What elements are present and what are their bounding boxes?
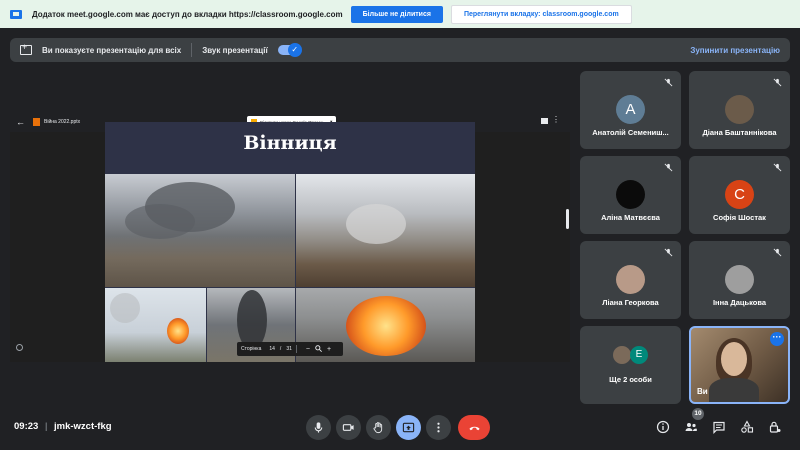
more-vert-icon xyxy=(437,422,440,433)
back-arrow-icon[interactable]: ← xyxy=(16,117,25,127)
avatar: С xyxy=(725,180,754,209)
stop-sharing-button[interactable]: Більше не ділитися xyxy=(350,5,443,23)
zoom-out-icon[interactable]: − xyxy=(306,346,310,353)
page-current[interactable]: 14 xyxy=(269,346,275,352)
page-separator: / xyxy=(279,346,282,352)
present-to-all-icon xyxy=(402,422,415,433)
shapes-icon xyxy=(741,420,754,433)
divider xyxy=(191,43,193,57)
more-participants-label: Ще 2 особи xyxy=(609,375,652,384)
print-icon[interactable] xyxy=(541,118,548,124)
avatar: Е xyxy=(630,346,648,364)
participant-tile[interactable]: Інна Дацькова xyxy=(689,241,790,319)
page-total: 31 xyxy=(286,346,292,352)
people-button[interactable] xyxy=(683,419,699,435)
participant-name: Анатолій Семениш... xyxy=(592,128,669,137)
mic-off-icon xyxy=(664,78,673,87)
call-end-icon xyxy=(468,426,480,431)
people-icon xyxy=(685,423,697,431)
bottom-bar: 09:23 | jmk-wzct-fkg 10 xyxy=(0,408,800,450)
divider xyxy=(295,345,297,353)
scroll-handle[interactable] xyxy=(566,209,569,229)
presentation-sound-toggle[interactable]: ✓ xyxy=(277,43,302,57)
participant-name: Інна Дацькова xyxy=(712,298,767,307)
present-screen-icon xyxy=(20,42,32,55)
screen-share-icon xyxy=(10,9,22,19)
leave-call-button[interactable] xyxy=(458,415,490,440)
page-label: Сторінка xyxy=(241,346,262,352)
hand-icon xyxy=(373,422,383,434)
avatar xyxy=(725,265,754,294)
lock-person-icon xyxy=(769,421,781,433)
mic-off-icon xyxy=(664,163,673,172)
avatar xyxy=(725,95,754,124)
check-icon: ✓ xyxy=(287,43,302,57)
meeting-details-button[interactable] xyxy=(655,419,671,435)
chat-icon xyxy=(713,421,725,434)
participant-tile[interactable]: Аліна Матвєєва xyxy=(580,156,681,234)
info-icon[interactable] xyxy=(16,344,23,351)
mic-off-icon xyxy=(664,248,673,257)
presentation-sound-label: Звук презентації xyxy=(202,45,268,55)
clock: 09:23 xyxy=(14,421,39,432)
divider: | xyxy=(45,421,48,431)
present-button[interactable] xyxy=(396,415,421,440)
mic-off-icon xyxy=(773,78,782,87)
more-participants-tile[interactable]: Е Ще 2 особи xyxy=(580,326,681,404)
page-controls: Сторінка 14 / 31 − + xyxy=(237,342,343,356)
presenting-text: Ви показуєте презентацію для всіх xyxy=(42,45,182,55)
host-controls-button[interactable] xyxy=(767,419,783,435)
self-name: Ви xyxy=(697,387,708,396)
mic-off-icon xyxy=(773,248,782,257)
mic-icon xyxy=(314,422,323,433)
zoom-icon[interactable] xyxy=(315,344,322,354)
avatar xyxy=(616,180,645,209)
meeting-code[interactable]: jmk-wzct-fkg xyxy=(54,421,112,432)
slide-title: Вінниця xyxy=(243,132,337,154)
self-video-tile[interactable]: ··· Ви xyxy=(689,326,790,404)
participant-count-badge: 10 xyxy=(692,408,704,420)
participant-name: Софія Шостак xyxy=(713,213,766,222)
activities-button[interactable] xyxy=(739,419,755,435)
photo-destroyed-building xyxy=(296,174,475,287)
file-name: Війна 2022.pptx xyxy=(44,119,81,125)
photo-fireball-field xyxy=(105,288,206,362)
info-icon xyxy=(656,420,670,434)
more-vert-icon[interactable]: ⋮ xyxy=(552,115,560,124)
shared-screen: ← Війна 2022.pptx Відкрити через Google … xyxy=(10,112,570,362)
avatar xyxy=(616,265,645,294)
mic-off-icon xyxy=(773,163,782,172)
avatar xyxy=(613,346,631,364)
videocam-icon xyxy=(342,424,354,431)
more-options-button[interactable] xyxy=(426,415,451,440)
chat-button[interactable] xyxy=(711,419,727,435)
camera-button[interactable] xyxy=(336,415,361,440)
participant-name: Аліна Матвєєва xyxy=(601,213,660,222)
raise-hand-button[interactable] xyxy=(366,415,391,440)
zoom-in-icon[interactable]: + xyxy=(327,346,331,353)
participant-name: Ліана Георкова xyxy=(602,298,659,307)
photo-smoke-plume xyxy=(105,174,295,287)
participant-tile[interactable]: Діана Баштаннікова xyxy=(689,71,790,149)
view-tab-button[interactable]: Переглянути вкладку: classroom.google.co… xyxy=(450,4,632,24)
microphone-button[interactable] xyxy=(306,415,331,440)
participant-tile[interactable]: С Софія Шостак xyxy=(689,156,790,234)
participant-tile[interactable]: Ліана Георкова xyxy=(580,241,681,319)
avatar: А xyxy=(616,95,645,124)
stop-presentation-link[interactable]: Зупинити презентацію xyxy=(690,46,780,55)
participant-tile[interactable]: А Анатолій Семениш... xyxy=(580,71,681,149)
presenting-bar: Ви показуєте презентацію для всіх Звук п… xyxy=(10,38,790,62)
more-options-icon[interactable]: ··· xyxy=(770,332,784,346)
slide: Вінниця xyxy=(105,122,475,362)
pptx-file-icon xyxy=(33,118,40,126)
participant-name: Діана Баштаннікова xyxy=(702,128,777,137)
banner-text: Додаток meet.google.com має доступ до вк… xyxy=(32,9,343,19)
sharing-banner: Додаток meet.google.com має доступ до вк… xyxy=(0,0,800,28)
